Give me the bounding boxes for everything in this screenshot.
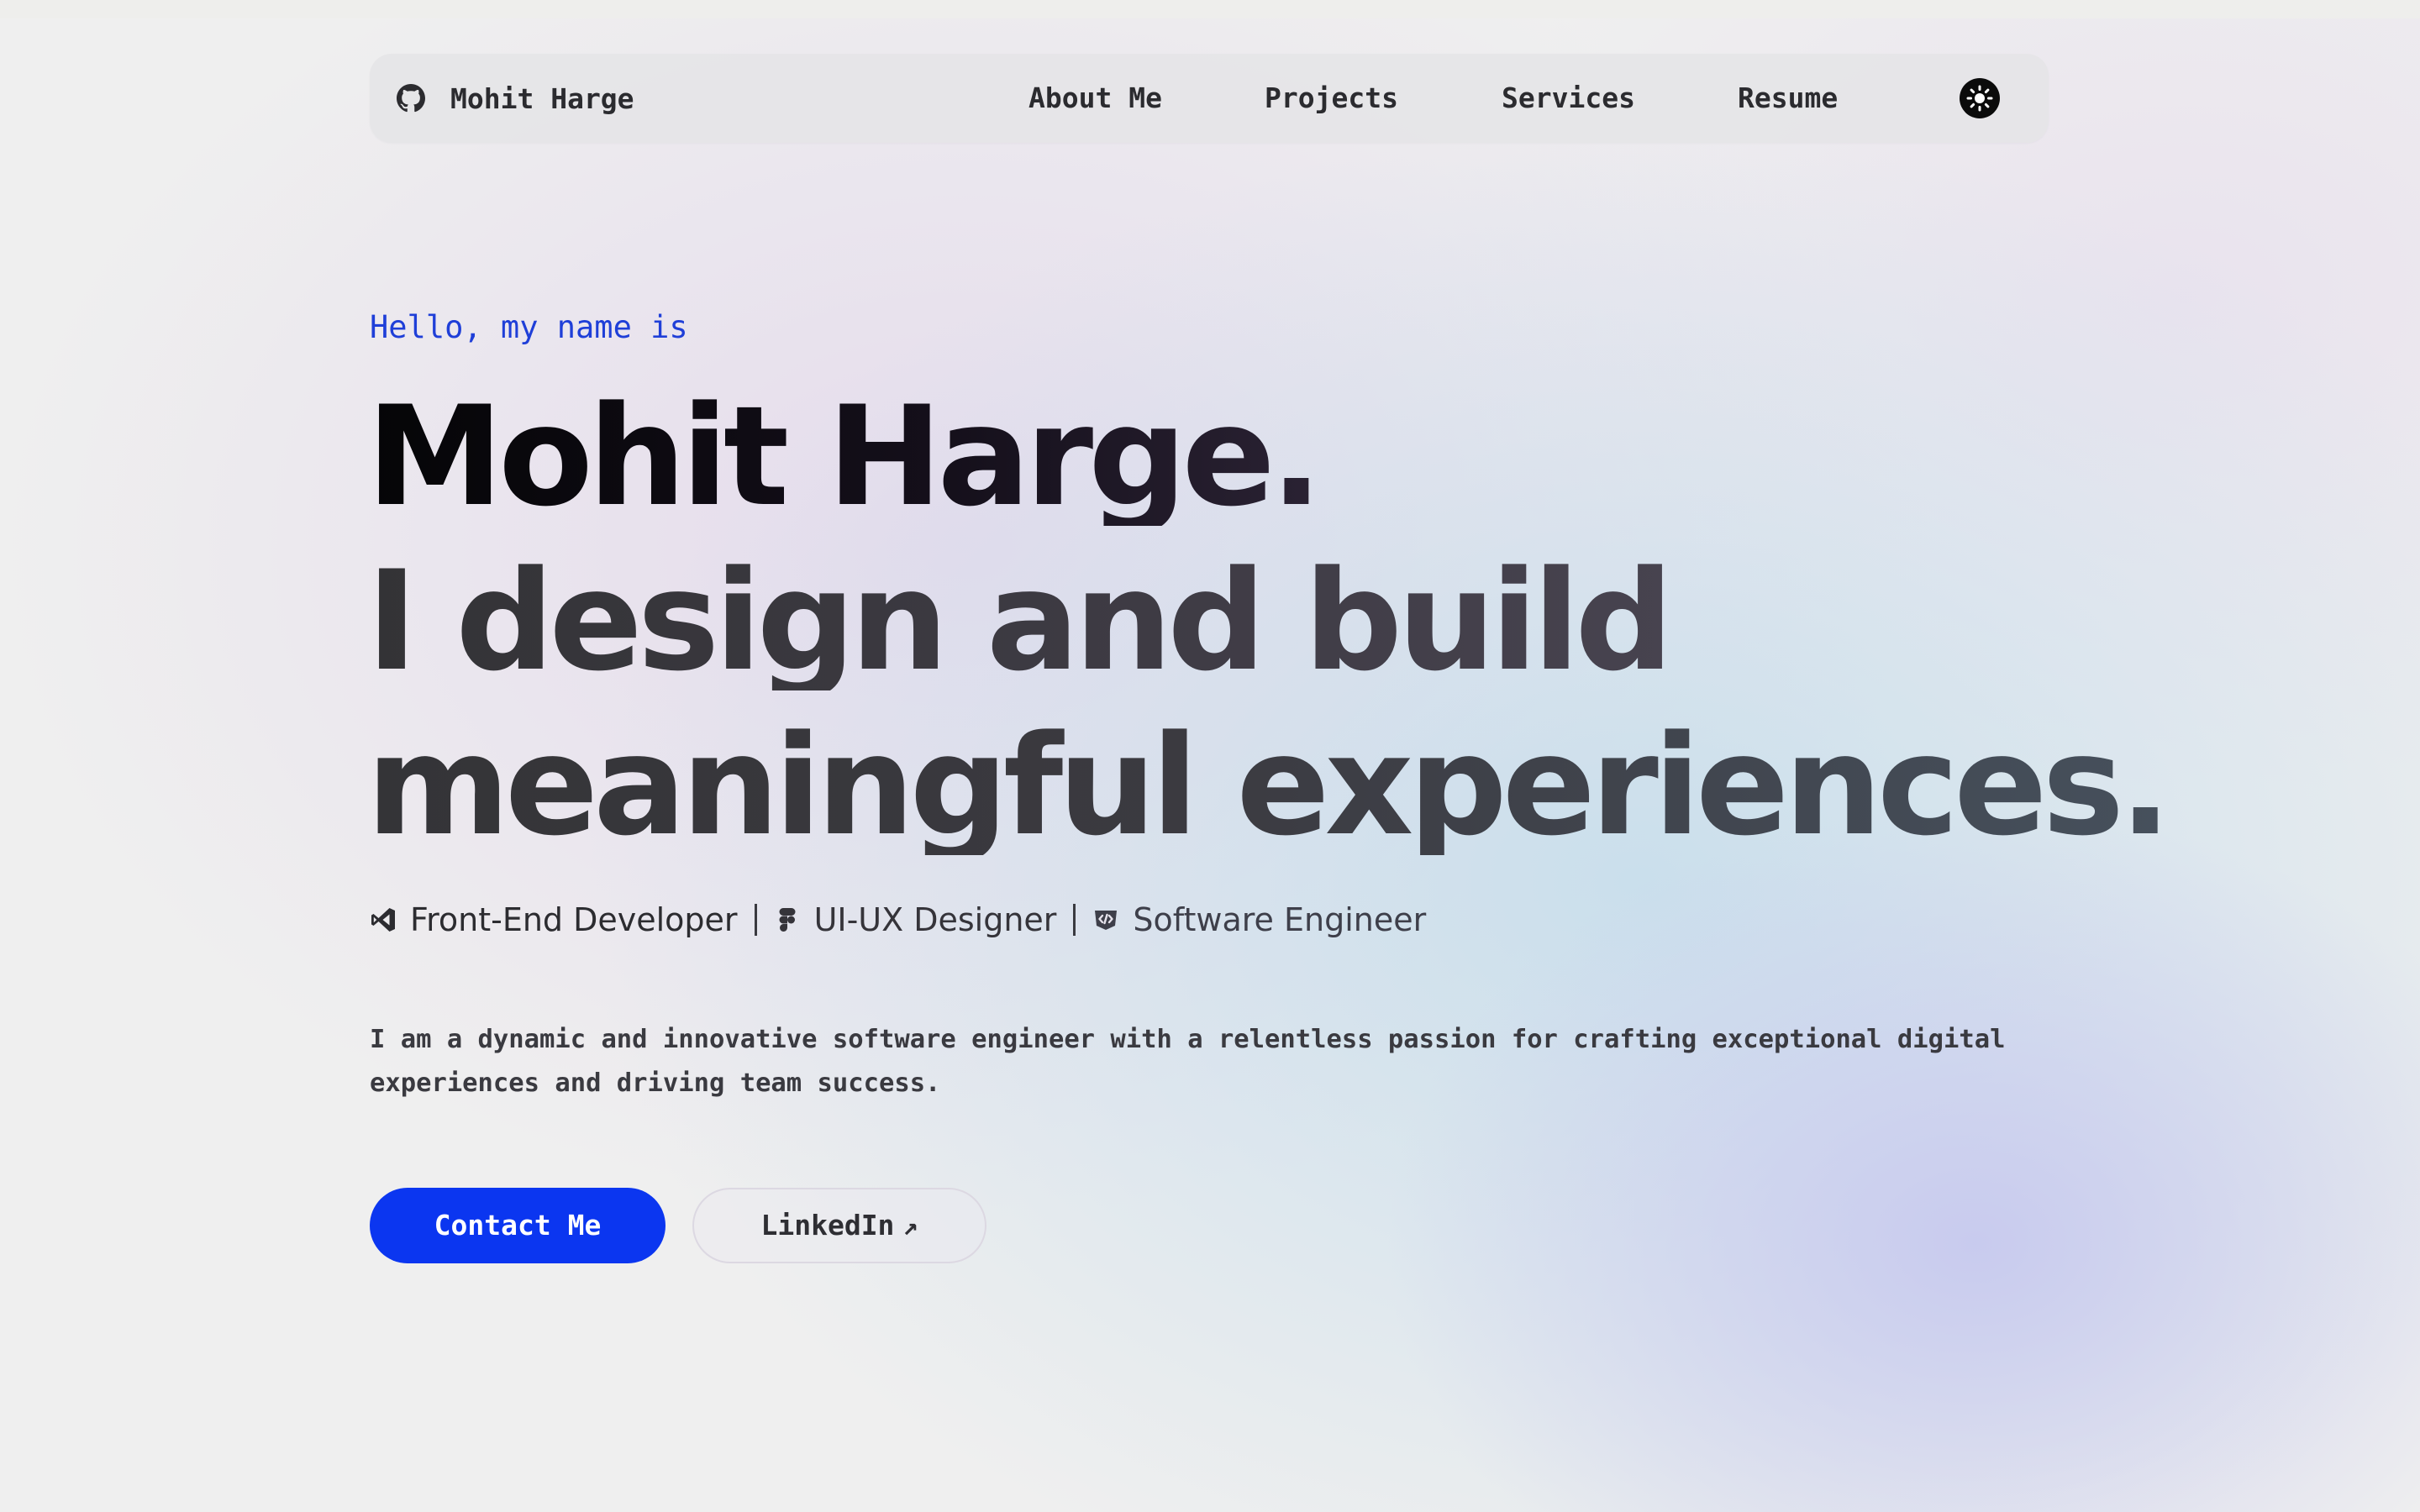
role-list: Front-End Developer UI-UX Designer Softw… (370, 899, 1426, 941)
role-software-engineer: Software Engineer (1092, 901, 1426, 938)
code-shield-icon (1095, 911, 1118, 930)
contact-me-button[interactable]: Contact Me (370, 1188, 666, 1263)
hero-name: Mohit Harge. (366, 376, 1323, 537)
hero-tagline-line-2: meaningful experiences. (366, 706, 2171, 866)
linkedin-label: LinkedIn (760, 1209, 895, 1242)
hero-greeting: Hello, my name is (370, 309, 688, 345)
role-label: Software Engineer (1133, 901, 1427, 938)
role-label: Front-End Developer (410, 901, 738, 938)
nav-link-services[interactable]: Services (1502, 54, 1635, 143)
role-label: UI-UX Designer (813, 901, 1057, 938)
hero-bio: I am a dynamic and innovative software e… (370, 1025, 2006, 1098)
vscode-icon (371, 908, 395, 932)
top-navbar: Mohit Harge About Me Projects Services R… (370, 54, 2049, 143)
role-front-end-developer: Front-End Developer (370, 901, 738, 938)
role-divider (1073, 904, 1076, 936)
hero-tagline-line-1: I design and build (366, 541, 1674, 701)
top-edge-strip (0, 0, 2420, 18)
nav-link-about-me[interactable]: About Me (1028, 54, 1162, 143)
nav-link-resume[interactable]: Resume (1738, 54, 1838, 143)
brand-name: Mohit Harge (450, 81, 634, 115)
github-icon (397, 84, 425, 113)
role-ui-ux-designer: UI-UX Designer (774, 901, 1057, 938)
external-arrow-icon: ↗ (902, 1212, 918, 1242)
figma-icon (779, 908, 796, 932)
brand-link[interactable]: Mohit Harge (397, 54, 634, 143)
linkedin-button[interactable]: LinkedIn ↗ (692, 1188, 986, 1263)
nav-link-projects[interactable]: Projects (1265, 54, 1398, 143)
sun-icon (1966, 85, 1993, 112)
role-divider (754, 904, 757, 936)
theme-toggle-button[interactable] (1960, 78, 2000, 118)
